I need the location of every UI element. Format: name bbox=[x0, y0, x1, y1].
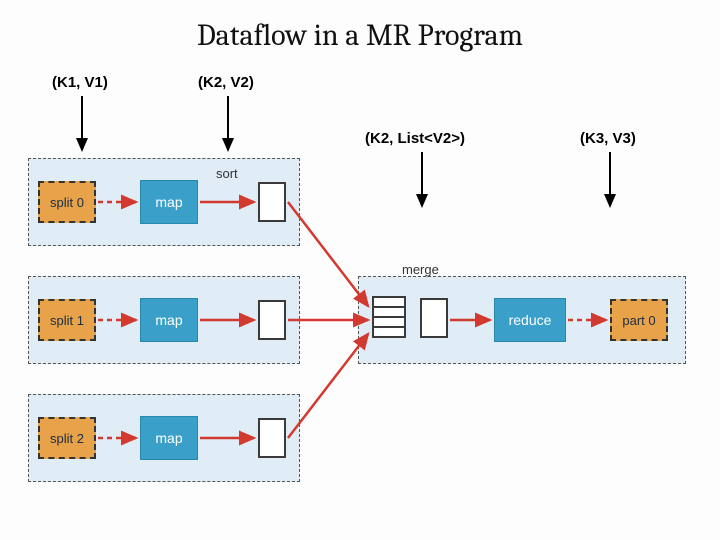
buf-map-1 bbox=[258, 300, 286, 340]
label-k2list: (K2, List<V2>) bbox=[365, 130, 465, 147]
split-1: split 1 bbox=[38, 299, 96, 341]
label-k3v3: (K3, V3) bbox=[580, 130, 636, 147]
split-0: split 0 bbox=[38, 181, 96, 223]
page-title: Dataflow in a MR Program bbox=[0, 0, 720, 53]
reduce-0: reduce bbox=[494, 298, 566, 342]
map-0: map bbox=[140, 180, 198, 224]
merge-label: merge bbox=[402, 262, 439, 277]
map-2: map bbox=[140, 416, 198, 460]
buf-map-2 bbox=[258, 418, 286, 458]
split-2: split 2 bbox=[38, 417, 96, 459]
diagram-stage: Dataflow in a MR Program (K1, V1) (K2, V… bbox=[0, 0, 720, 540]
sort-label: sort bbox=[216, 166, 238, 181]
merge-stack bbox=[372, 296, 406, 336]
buf-merged bbox=[420, 298, 448, 338]
part-0: part 0 bbox=[610, 299, 668, 341]
map-1: map bbox=[140, 298, 198, 342]
label-k2v2: (K2, V2) bbox=[198, 74, 254, 91]
label-k1v1: (K1, V1) bbox=[52, 74, 108, 91]
buf-map-0 bbox=[258, 182, 286, 222]
